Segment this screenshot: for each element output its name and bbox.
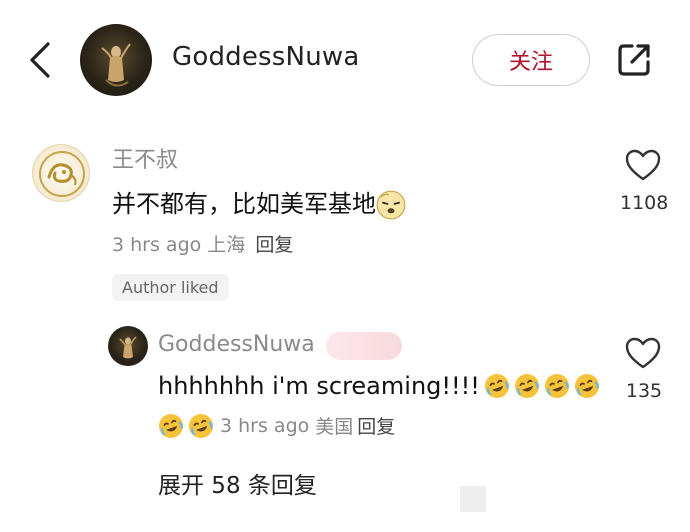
reply-text: hhhhhhh i'm screaming!!!!	[158, 372, 600, 400]
follow-button[interactable]: 关注	[472, 34, 590, 86]
reply-body: hhhhhhh i'm screaming!!!!	[158, 372, 480, 400]
loading-placeholder	[460, 486, 486, 512]
profile-avatar[interactable]	[80, 24, 152, 96]
reply-to-reply-button[interactable]: 回复	[357, 412, 395, 439]
share-icon[interactable]	[614, 40, 654, 80]
rolling-laughing-emoji-icon	[159, 413, 183, 438]
comment-time: 3 hrs ago	[112, 234, 202, 256]
comment-meta: 3 hrs ago 上海 回复	[112, 230, 293, 257]
reply-username[interactable]: GoddessNuwa	[158, 332, 315, 357]
reply-emojis	[484, 373, 600, 399]
reply-button[interactable]: 回复	[255, 234, 293, 256]
reply-avatar[interactable]	[108, 326, 148, 366]
rolling-laughing-emoji-icon	[514, 374, 539, 398]
like-count: 1108	[620, 192, 669, 214]
profile-username[interactable]: GoddessNuwa	[172, 42, 359, 72]
reply-meta: 3 hrs ago 美国 回复	[158, 412, 395, 439]
comment-text: 并不都有，比如美军基地	[112, 184, 406, 220]
commenter-avatar[interactable]	[32, 144, 90, 202]
reply-location: 美国	[315, 416, 354, 438]
reply-time: 3 hrs ago	[220, 414, 310, 437]
comment-location: 上海	[207, 234, 246, 256]
goddess-figure-icon	[119, 336, 137, 359]
dragon-emblem-icon	[39, 151, 85, 197]
rolling-laughing-emoji-icon	[544, 374, 569, 398]
like-heart-icon[interactable]	[624, 148, 662, 182]
commenter-username[interactable]: 王不叔	[112, 142, 178, 174]
author-liked-badge: Author liked	[112, 274, 229, 301]
squinting-face-emoji-icon	[376, 190, 406, 220]
author-tag-badge	[326, 332, 402, 360]
reply-like-count: 135	[625, 380, 663, 402]
rolling-laughing-emoji-icon	[189, 413, 213, 438]
rolling-laughing-emoji-icon	[574, 374, 599, 398]
rolling-laughing-emoji-icon	[484, 374, 509, 398]
comment-body: 并不都有，比如美军基地	[112, 190, 376, 218]
goddess-figure-icon	[101, 43, 131, 87]
back-arrow-icon[interactable]	[26, 40, 54, 80]
like-heart-icon[interactable]	[624, 336, 662, 370]
expand-replies-button[interactable]: 展开 58 条回复	[158, 466, 317, 500]
